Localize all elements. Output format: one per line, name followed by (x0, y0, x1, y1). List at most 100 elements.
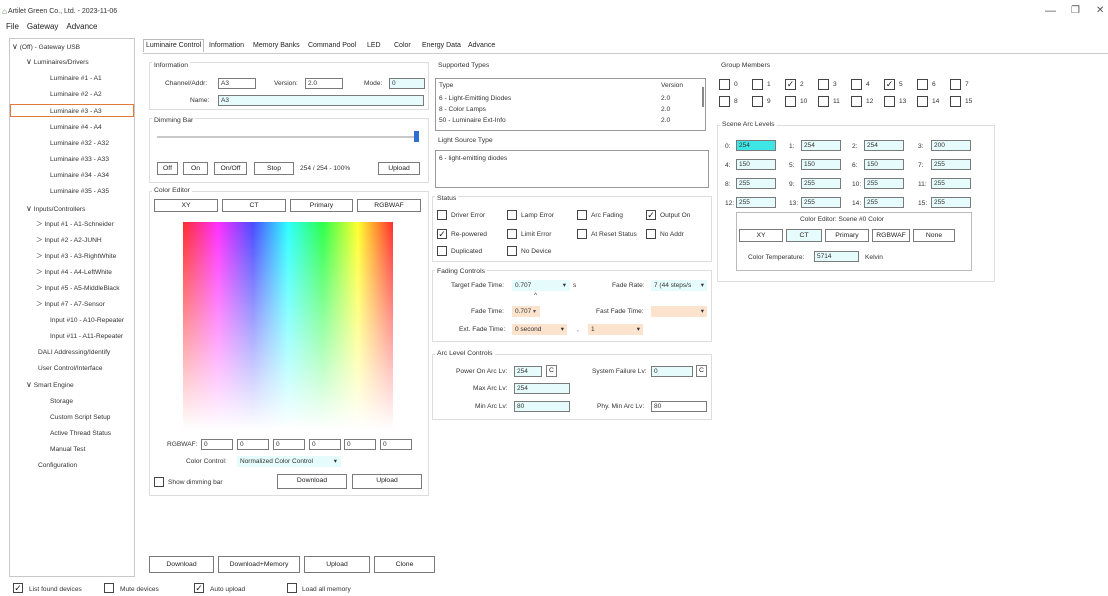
scene-field[interactable]: 254 (864, 140, 904, 151)
scene-color-tab-rgbwaf[interactable]: RGBWAF (872, 229, 910, 242)
scene-color-tab-primary[interactable]: Primary (825, 229, 869, 242)
group-checkbox[interactable] (785, 96, 796, 107)
scene-field[interactable]: 255 (801, 178, 841, 189)
scene-field[interactable]: 255 (931, 197, 971, 208)
off-button[interactable]: Off (157, 162, 178, 175)
show-dimming-checkbox[interactable] (154, 477, 164, 487)
rgbwaf-b[interactable]: 0 (273, 439, 305, 450)
type-row[interactable]: 6 - Light-Emitting Diodes (439, 95, 511, 102)
scene-color-tab-xy[interactable]: XY (739, 229, 783, 242)
tree-input-4[interactable]: Input #4 - A4-LeftWhite (44, 269, 111, 276)
on-button[interactable]: On (183, 162, 208, 175)
tab-command-pool[interactable]: Command Pool (308, 40, 356, 53)
color-download-button[interactable]: Download (277, 474, 347, 489)
scene-field[interactable]: 254 (801, 140, 841, 151)
color-tab-primary[interactable]: Primary (290, 199, 353, 212)
auto-upload-checkbox[interactable]: ✓ (194, 583, 204, 593)
ext-fade-select[interactable]: 0 second ▾ (512, 324, 567, 335)
poweron-c-button[interactable]: C (546, 365, 557, 377)
color-tab-xy[interactable]: XY (154, 199, 218, 212)
tree-input-1[interactable]: Input #1 - A1-Schneider (44, 221, 113, 228)
chevron-right-icon[interactable]: ＞ (36, 301, 43, 308)
status-checkbox[interactable] (577, 229, 587, 239)
chevron-right-icon[interactable]: ＞ (36, 253, 43, 260)
tree-inputs[interactable]: Inputs/Controllers (34, 206, 86, 213)
tree-active-thread[interactable]: Active Thread Status (50, 427, 111, 440)
rgbwaf-a[interactable]: 0 (344, 439, 376, 450)
status-checkbox[interactable] (437, 246, 447, 256)
minimize-icon[interactable]: — (1045, 5, 1056, 17)
stop-button[interactable]: Stop (254, 162, 294, 175)
sysfail-c-button[interactable]: C (696, 365, 707, 377)
color-temp-field[interactable]: 5714 (814, 251, 859, 262)
chevron-right-icon[interactable]: ＞ (36, 221, 43, 228)
color-tab-rgbwaf[interactable]: RGBWAF (357, 199, 421, 212)
rgbwaf-f[interactable]: 0 (380, 439, 412, 450)
scene-field[interactable]: 255 (931, 178, 971, 189)
group-checkbox[interactable] (752, 79, 763, 90)
fast-fade-field[interactable]: ▾ (651, 306, 707, 317)
scene-field[interactable]: 255 (864, 178, 904, 189)
group-checkbox[interactable] (752, 96, 763, 107)
scene-field[interactable]: 255 (736, 197, 776, 208)
status-checkbox[interactable] (507, 246, 517, 256)
type-row[interactable]: 50 - Luminaire Ext-Info (439, 117, 506, 124)
chevron-right-icon[interactable]: ＞ (36, 237, 43, 244)
poweron-field[interactable]: 254 (514, 366, 542, 377)
chevron-right-icon[interactable]: ＞ (36, 285, 43, 292)
scene-field[interactable]: 150 (736, 159, 776, 170)
channel-field[interactable]: A3 (218, 78, 256, 89)
color-control-select[interactable]: Normalized Color Control ▾ (237, 456, 341, 467)
spin-up-icon[interactable]: ^ (534, 292, 537, 299)
name-field[interactable]: A3 (218, 95, 424, 106)
rgbwaf-r[interactable]: 0 (201, 439, 233, 450)
tree-root[interactable]: (Off) - Gateway USB (20, 44, 80, 51)
chevron-right-icon[interactable]: ＞ (36, 269, 43, 276)
target-fade-field[interactable]: 0.707 ▾ (512, 280, 570, 291)
tree-luminaire-4[interactable]: Luminaire #4 - A4 (50, 121, 102, 134)
scene-field[interactable]: 255 (736, 178, 776, 189)
supported-types-list[interactable]: Type Version 6 - Light-Emitting Diodes 2… (435, 78, 706, 131)
tab-information[interactable]: Information (209, 40, 244, 53)
mode-field[interactable]: 0 (389, 78, 425, 89)
scene-field[interactable]: 255 (931, 159, 971, 170)
tab-luminaire-control[interactable]: Luminaire Control (143, 39, 205, 52)
list-scrollbar[interactable] (702, 87, 704, 107)
scene-field[interactable]: 150 (801, 159, 841, 170)
device-tree[interactable]: ∨ (Off) - Gateway USB ∨ Luminaires/Drive… (9, 38, 135, 577)
tree-input-10[interactable]: Input #10 - A10-Repeater (50, 314, 124, 327)
group-checkbox[interactable] (950, 96, 961, 107)
status-checkbox[interactable] (507, 210, 517, 220)
tree-input-2[interactable]: Input #2 - A2-JUNH (44, 237, 101, 244)
tree-storage[interactable]: Storage (50, 395, 73, 408)
scene-field[interactable]: 254 (736, 140, 776, 151)
mute-devices-checkbox[interactable] (104, 583, 114, 593)
tree-luminaires[interactable]: Luminaires/Drivers (34, 59, 89, 66)
list-found-checkbox[interactable]: ✓ (13, 583, 23, 593)
scene-field[interactable]: 255 (801, 197, 841, 208)
group-checkbox[interactable] (917, 79, 928, 90)
fade-rate-select[interactable]: 7 (44 steps/s ▾ (651, 280, 707, 291)
status-checkbox[interactable] (437, 210, 447, 220)
tree-luminaire-2[interactable]: Luminaire #2 - A2 (50, 88, 102, 101)
tab-energy-data[interactable]: Energy Data (422, 40, 461, 53)
group-checkbox[interactable] (884, 96, 895, 107)
group-checkbox[interactable] (719, 96, 730, 107)
status-checkbox[interactable]: ✓ (646, 210, 656, 220)
status-checkbox[interactable] (646, 229, 656, 239)
group-checkbox[interactable] (818, 79, 829, 90)
color-picker-canvas[interactable] (183, 222, 393, 430)
download-button[interactable]: Download (149, 556, 214, 573)
sysfail-field[interactable]: 0 (651, 366, 693, 377)
rgbwaf-g[interactable]: 0 (237, 439, 269, 450)
tree-user-control[interactable]: User Control/Interface (38, 362, 103, 375)
menu-advance[interactable]: Advance (66, 22, 97, 31)
color-upload-button[interactable]: Upload (352, 474, 422, 489)
tree-luminaire-35[interactable]: Luminaire #35 - A35 (50, 185, 109, 198)
tree-luminaire-34[interactable]: Luminaire #34 - A34 (50, 169, 109, 182)
tree-luminaire-1[interactable]: Luminaire #1 - A1 (50, 72, 102, 85)
tab-color[interactable]: Color (394, 40, 411, 53)
menu-file[interactable]: File (6, 22, 19, 31)
tree-luminaire-32[interactable]: Luminaire #32 - A32 (50, 137, 109, 150)
scene-field[interactable]: 200 (931, 140, 971, 151)
